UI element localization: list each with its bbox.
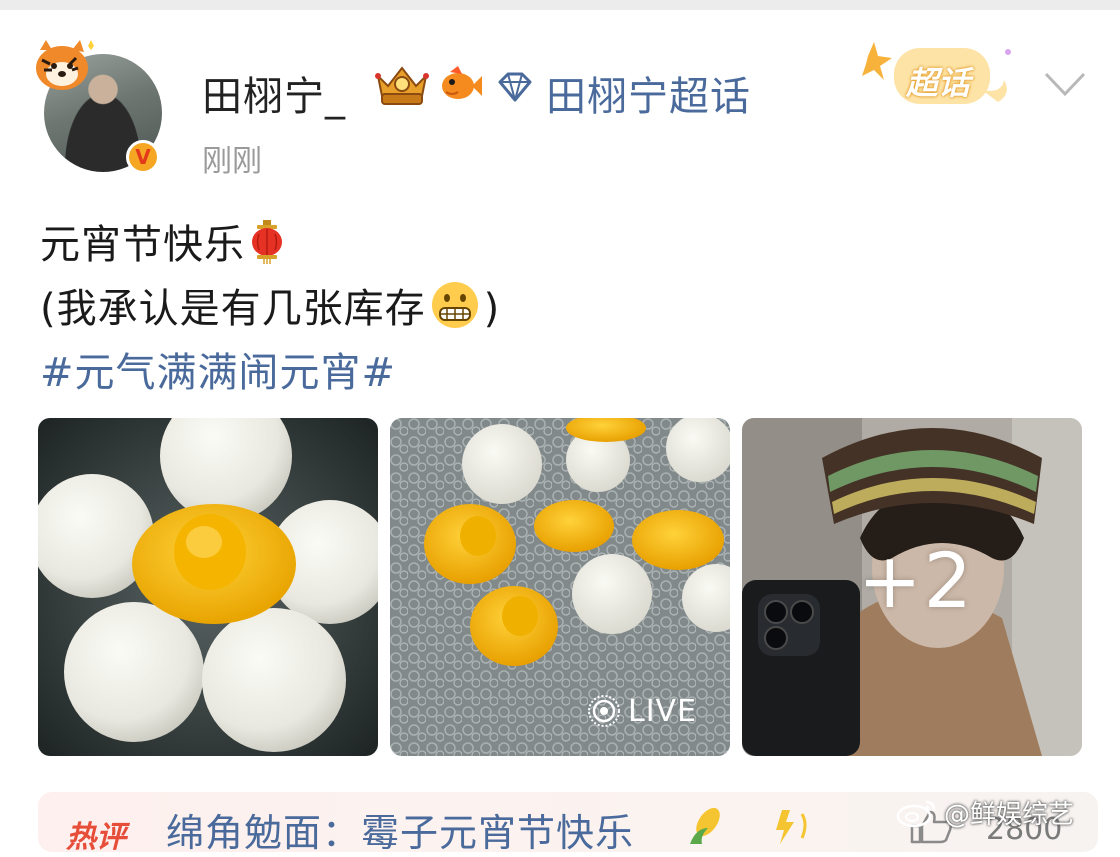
hot-comment-text[interactable]: 绵角勉面：霉子元宵节快乐 — [166, 802, 634, 857]
photo-2[interactable]: LIVE — [390, 418, 730, 756]
live-photo-icon — [588, 695, 620, 727]
photo-3[interactable]: +2 — [742, 418, 1082, 756]
more-photos-count: +2 — [742, 418, 1082, 756]
photo-1[interactable] — [38, 418, 378, 756]
post-text-line-2: (我承认是有几张库存 ) — [40, 276, 500, 334]
corn-icon — [690, 807, 720, 844]
post-text-line-1: 元宵节快乐 — [40, 212, 285, 270]
chaohua-label: 超话 — [906, 64, 971, 102]
top-divider — [0, 0, 1120, 10]
chevron-down-icon[interactable] — [1040, 64, 1090, 104]
weibo-logo-icon — [896, 800, 936, 827]
post-text-close-paren: ) — [483, 286, 501, 332]
hashtag-link[interactable]: #元气满满闹元宵# — [40, 340, 396, 398]
post-text-aside: (我承认是有几张库存 — [40, 286, 426, 332]
super-topic-link[interactable]: 田栩宁超话 — [546, 64, 751, 122]
avatar[interactable]: V — [36, 40, 166, 174]
fish-badge-icon — [442, 66, 482, 99]
sparkle-icon — [776, 810, 807, 844]
username[interactable]: 田栩宁_ — [202, 64, 346, 122]
crown-badge-icon — [375, 66, 429, 105]
more-count-label: +2 — [857, 535, 975, 625]
photo-1-image — [38, 418, 378, 756]
lantern-icon — [252, 220, 282, 264]
live-label: LIVE — [628, 693, 698, 729]
hot-comment-label: 热评 — [66, 820, 126, 855]
watermark: @鲜娱综艺 — [896, 794, 1074, 831]
diamond-icon — [498, 72, 532, 102]
super-topic-button[interactable]: 超话 — [858, 38, 1028, 118]
watermark-text: @鲜娱综艺 — [944, 800, 1075, 830]
live-photo-badge: LIVE — [576, 686, 711, 736]
tiger-avatar-frame-icon — [36, 40, 94, 90]
post-text-main: 元宵节快乐 — [40, 222, 245, 268]
post-time: 刚刚 — [202, 144, 262, 179]
verified-badge: V — [126, 140, 160, 174]
grimacing-face-icon — [431, 282, 478, 328]
